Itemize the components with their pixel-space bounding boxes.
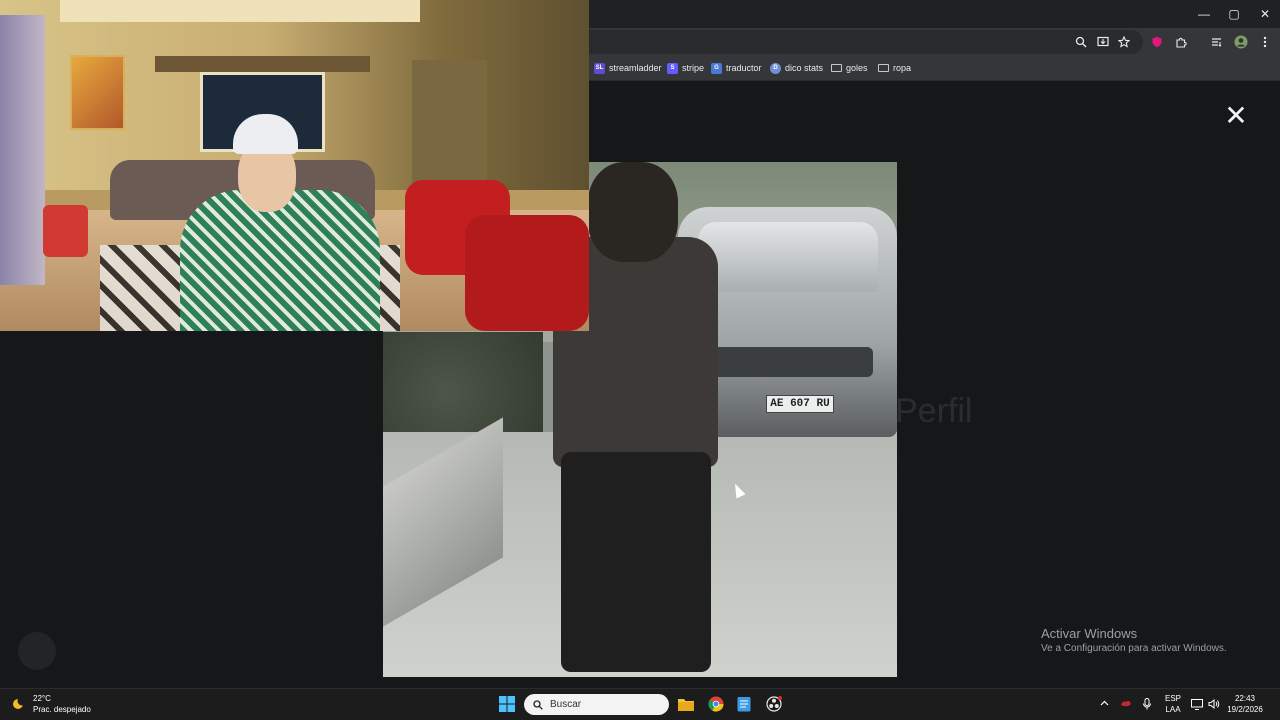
background-perfil-text: Perfil [895, 392, 973, 430]
install-icon[interactable] [1094, 33, 1112, 51]
language-indicator-bottom[interactable]: LAA [1164, 705, 1182, 715]
bookmark-folder-goles[interactable]: goles [831, 60, 868, 76]
bookmark-label: ropa [893, 63, 912, 73]
volume-icon[interactable] [1207, 697, 1221, 711]
extension-shield-icon[interactable] [1148, 33, 1166, 51]
bookmark-stripe[interactable]: S stripe [667, 60, 704, 76]
watermark-title: Activar Windows [1041, 626, 1138, 641]
bookmark-dico-stats[interactable]: D dico stats [770, 60, 823, 76]
license-plate: AE 607 RU [766, 395, 834, 413]
language-indicator-top[interactable]: ESP [1164, 694, 1182, 704]
minimize-button[interactable]: — [1189, 0, 1219, 28]
file-explorer-icon[interactable] [677, 695, 695, 713]
zoom-icon[interactable] [1072, 33, 1090, 51]
notepad-icon[interactable] [734, 694, 754, 714]
translate-icon: G [711, 62, 722, 74]
weather-icon[interactable] [11, 694, 29, 712]
maximize-button[interactable]: ▢ [1219, 0, 1249, 28]
search-icon [533, 699, 543, 710]
tab-search-icon[interactable] [1208, 33, 1226, 51]
bookmark-label: traductor [726, 63, 762, 73]
network-icon[interactable] [1190, 697, 1204, 711]
taskbar-search-input[interactable]: Buscar [524, 694, 669, 715]
obs-icon[interactable] [764, 694, 784, 714]
weather-temperature: 22°C [33, 694, 51, 703]
weather-description: Prac. despejado [33, 705, 91, 714]
dico-stats-icon: D [770, 62, 781, 74]
clock-date[interactable]: 19/2/2026 [1226, 705, 1264, 715]
tray-overflow-chevron-icon[interactable] [1098, 697, 1110, 709]
bookmark-traductor[interactable]: G traductor [711, 60, 762, 76]
streamladder-icon: SL [594, 62, 605, 74]
address-bar[interactable] [589, 30, 1143, 54]
bookmark-streamladder[interactable]: SL streamladder [594, 60, 662, 76]
extensions-icon[interactable] [1172, 33, 1190, 51]
search-placeholder: Buscar [550, 699, 582, 710]
folder-icon [831, 64, 842, 72]
antivirus-icon[interactable] [1119, 697, 1133, 711]
bookmark-label: dico stats [785, 63, 824, 73]
chrome-icon[interactable] [706, 694, 726, 714]
watermark-subtitle: Ve a Configuración para activar Windows. [1041, 643, 1227, 654]
viewer-close-button[interactable]: ✕ [1222, 102, 1250, 130]
bookmark-label: stripe [682, 63, 705, 73]
webcam-overlay [0, 0, 589, 331]
activate-windows-watermark: Activar Windows Ve a Configuración para … [1041, 626, 1227, 654]
background-avatar [18, 632, 56, 670]
profile-icon[interactable] [1232, 33, 1250, 51]
bookmark-folder-ropa[interactable]: ropa [878, 60, 911, 76]
stripe-icon: S [667, 62, 678, 74]
bookmark-label: goles [846, 63, 868, 73]
bookmark-label: streamladder [609, 63, 662, 73]
star-icon[interactable] [1115, 33, 1133, 51]
folder-icon [878, 64, 889, 72]
window-close-button[interactable]: ✕ [1250, 0, 1280, 28]
start-icon[interactable] [498, 695, 516, 713]
clock-time[interactable]: 22:43 [1228, 694, 1262, 704]
microphone-icon[interactable] [1141, 697, 1153, 711]
menu-icon[interactable] [1256, 33, 1274, 51]
